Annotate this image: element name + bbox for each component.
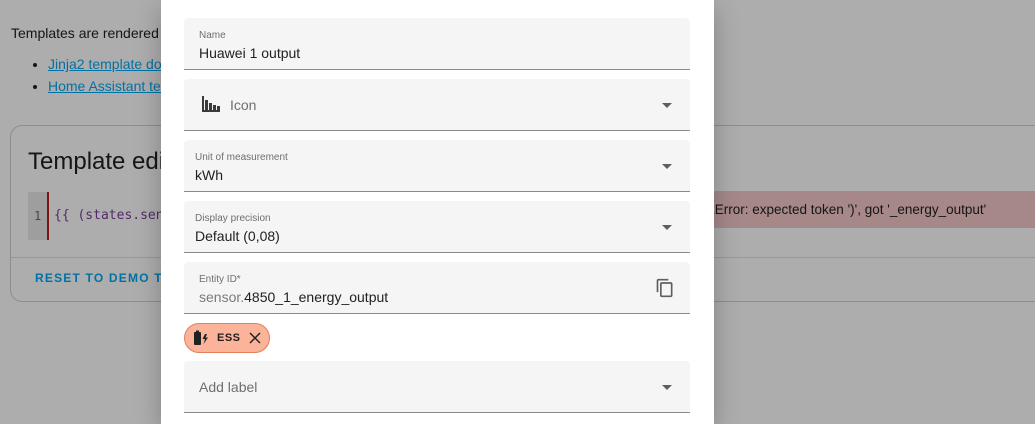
precision-label: Display precision [195,213,271,224]
chart-bar-stacked-icon [202,96,220,112]
precision-select[interactable]: Display precision Default (0,08) [184,201,690,253]
unit-label: Unit of measurement [195,152,288,163]
entity-domain-prefix: sensor. [199,289,245,305]
icon-placeholder: Icon [230,97,257,113]
name-value: Huawei 1 output [199,45,301,61]
chevron-down-icon[interactable] [662,385,672,390]
icon-picker[interactable]: Icon [184,79,690,131]
add-label-placeholder: Add label [199,379,258,395]
add-label-select[interactable]: Add label [184,361,690,413]
chevron-down-icon[interactable] [662,164,672,169]
precision-value: Default (0,08) [195,228,280,244]
entity-id-field[interactable]: Entity ID* sensor.4850_1_energy_output [184,262,690,314]
chevron-down-icon[interactable] [662,225,672,230]
unit-select[interactable]: Unit of measurement kWh [184,140,690,192]
entity-settings-dialog: Name Huawei 1 output Icon Unit of measur… [161,0,714,424]
label-chip-ess[interactable]: ESS [184,323,270,353]
entity-object-id: 4850_1_energy_output [244,289,389,305]
name-field[interactable]: Name Huawei 1 output [184,18,690,70]
content-copy-icon[interactable] [655,278,675,298]
chip-label: ESS [217,332,241,344]
entity-id-value: sensor.4850_1_energy_output [199,289,388,305]
entity-id-label: Entity ID* [199,274,241,285]
unit-value: kWh [195,167,223,183]
close-icon[interactable] [248,331,262,345]
chevron-down-icon[interactable] [662,103,672,108]
battery-charging-icon [194,330,208,345]
name-label: Name [199,30,226,41]
